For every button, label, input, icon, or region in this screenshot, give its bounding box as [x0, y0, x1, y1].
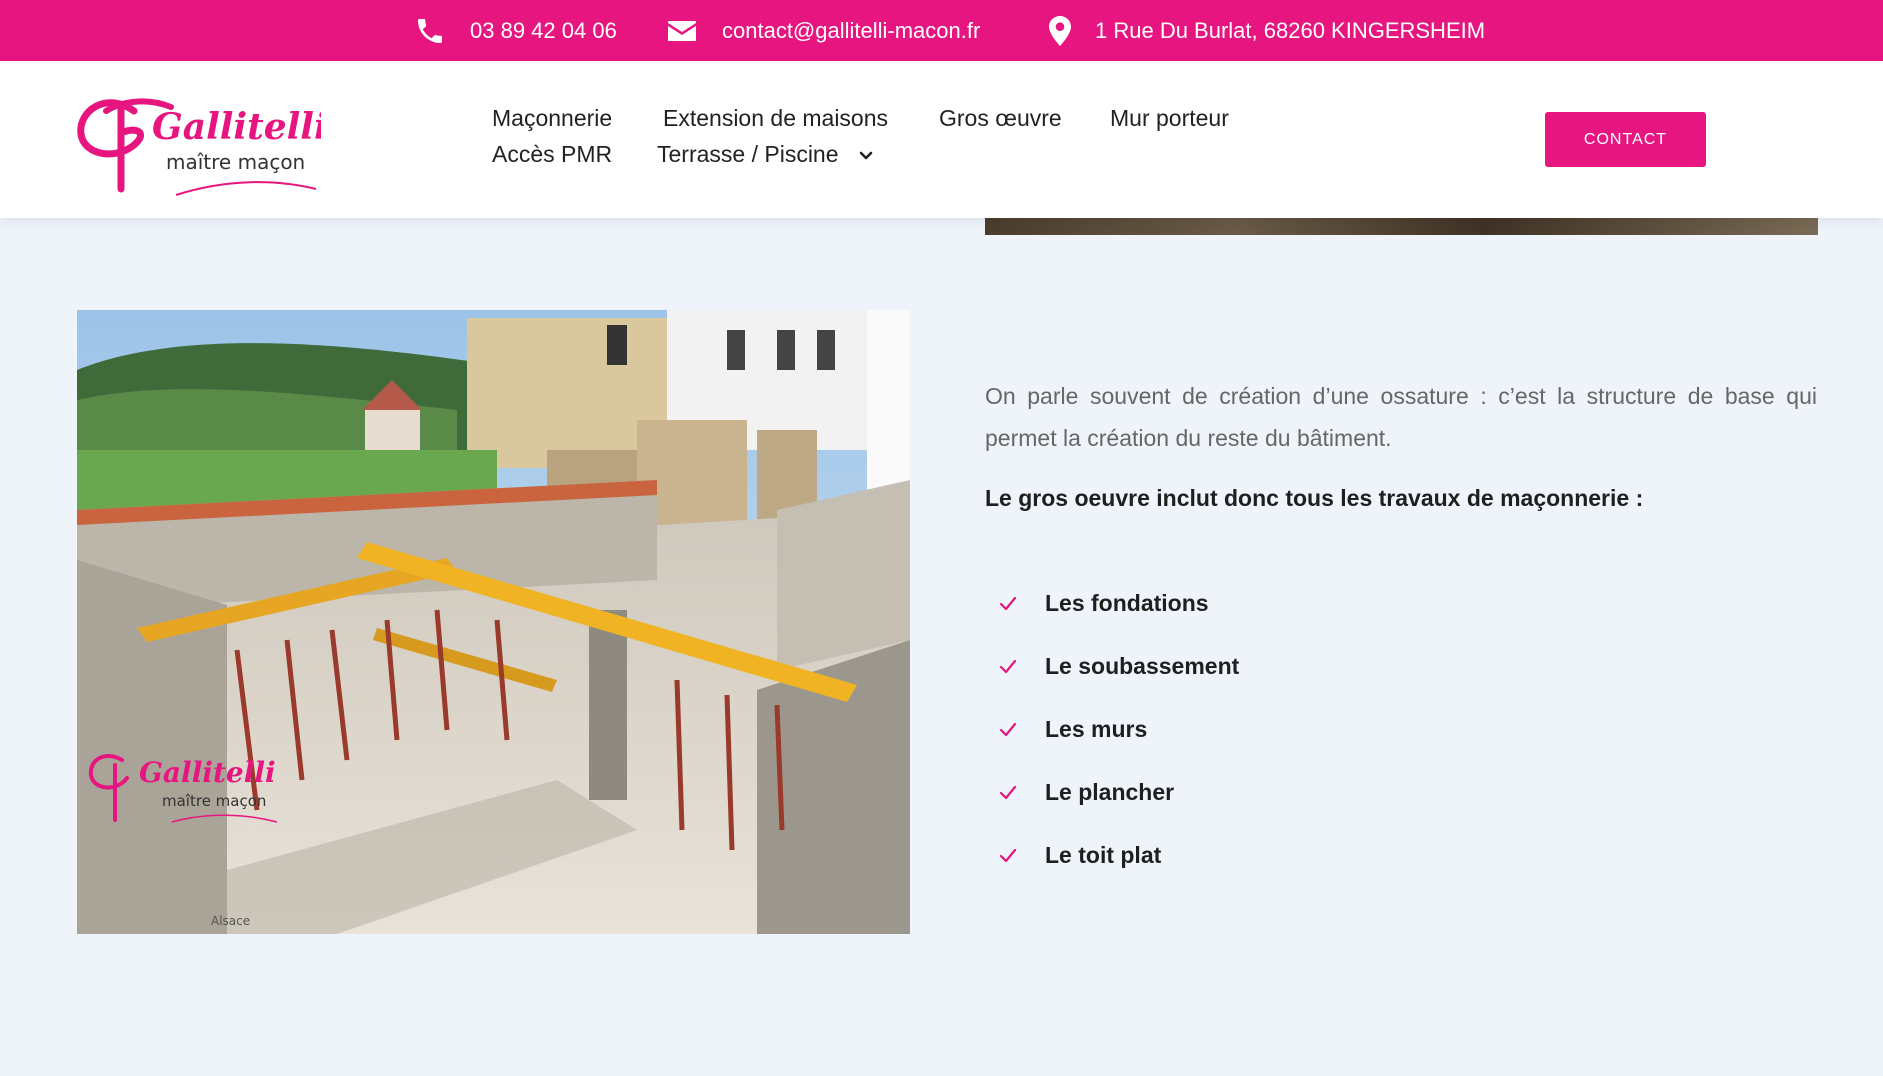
site-header: Gallitelli maître maçon Maçonnerie Exten… — [0, 61, 1883, 218]
logo-name: Gallitelli — [152, 106, 321, 148]
nav-maconnerie[interactable]: Maçonnerie — [492, 105, 612, 132]
list-item: Le soubassement — [985, 635, 1239, 698]
list-item: Le toit plat — [985, 824, 1239, 887]
check-icon — [999, 722, 1017, 736]
check-icon — [999, 848, 1017, 862]
lead-heading: Le gros oeuvre inclut donc tous les trav… — [985, 485, 1644, 511]
list-item: Les murs — [985, 698, 1239, 761]
logo-tagline: maître maçon — [166, 150, 305, 174]
logo-mark-icon: Gallitelli maître maçon — [77, 98, 328, 196]
address-link[interactable]: 1 Rue Du Burlat, 68260 KINGERSHEIM — [1049, 0, 1485, 61]
check-icon — [999, 659, 1017, 673]
list-item-label: Le plancher — [1045, 779, 1175, 805]
nav-mur-porteur[interactable]: Mur porteur — [1110, 105, 1229, 132]
list-item-label: Le toit plat — [1045, 842, 1162, 868]
list-item-label: Les murs — [1045, 716, 1148, 742]
site-logo[interactable]: Gallitelli maître maçon — [76, 89, 328, 199]
nav-terrasse-piscine-label: Terrasse / Piscine — [657, 141, 839, 167]
intro-paragraph: On parle souvent de création d’une ossat… — [985, 383, 1817, 451]
phone-number: 03 89 42 04 06 — [470, 17, 617, 43]
phone-link[interactable]: 03 89 42 04 06 — [414, 0, 617, 61]
list-item: Le plancher — [985, 761, 1239, 824]
photo-watermark-region: Alsace — [211, 914, 250, 928]
email-link[interactable]: contact@gallitelli-macon.fr — [666, 0, 980, 61]
photo-watermark-tagline: maître maçon — [162, 792, 266, 810]
list-item: Les fondations — [985, 572, 1239, 635]
nav-extension-de-maisons[interactable]: Extension de maisons — [663, 105, 888, 132]
check-icon — [999, 596, 1017, 610]
top-contact-bar: 03 89 42 04 06 contact@gallitelli-macon.… — [0, 0, 1883, 61]
email-address: contact@gallitelli-macon.fr — [722, 17, 981, 43]
envelope-icon — [668, 20, 696, 41]
check-icon — [999, 785, 1017, 799]
nav-terrasse-piscine[interactable]: Terrasse / Piscine — [657, 141, 873, 168]
chevron-down-icon — [859, 151, 873, 160]
nav-acces-pmr[interactable]: Accès PMR — [492, 141, 612, 168]
phone-icon — [418, 18, 442, 43]
contact-button[interactable]: CONTACT — [1545, 112, 1706, 167]
nav-gros-oeuvre[interactable]: Gros œuvre — [939, 105, 1062, 132]
list-item-label: Les fondations — [1045, 590, 1209, 616]
map-pin-icon — [1049, 15, 1071, 46]
construction-photo: Gallitelli maître maçon Alsace — [77, 310, 910, 934]
list-item-label: Le soubassement — [1045, 653, 1240, 679]
works-checklist: Les fondations Le soubassement Les murs … — [985, 572, 1239, 887]
address-text: 1 Rue Du Burlat, 68260 KINGERSHEIM — [1095, 17, 1486, 43]
photo-watermark-name: Gallitelli — [139, 756, 276, 789]
